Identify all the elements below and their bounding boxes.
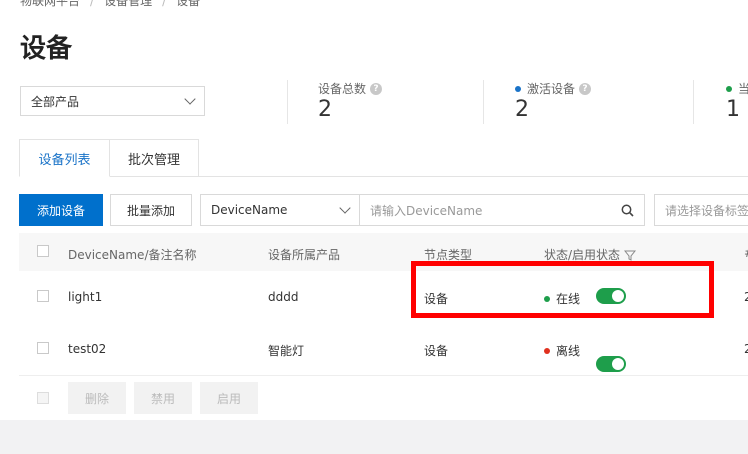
breadcrumb-item-device: 设备	[176, 0, 201, 8]
tab-device-list[interactable]: 设备列表	[19, 139, 110, 177]
device-product: 智能灯	[268, 344, 305, 358]
stat-online-label: 当	[738, 82, 748, 96]
device-status-label: 离线	[556, 344, 581, 358]
device-node-type: 设备	[424, 344, 449, 358]
help-icon[interactable]: ?	[579, 82, 592, 95]
search-input-placeholder: 请输入DeviceName	[370, 203, 483, 218]
breadcrumb-item-device-management[interactable]: 设备管理	[104, 0, 152, 8]
breadcrumb: 物联网平台 / 设备管理 / 设备	[20, 0, 200, 9]
device-product: dddd	[268, 290, 299, 304]
stat-online-value: 1	[726, 97, 740, 122]
search-field-select[interactable]: DeviceName	[200, 194, 360, 226]
stat-active: 激活设备? 2	[515, 80, 592, 122]
device-name-link[interactable]: light1	[68, 290, 102, 304]
footer-select-all-checkbox[interactable]	[37, 392, 49, 404]
delete-button[interactable]: 删除	[68, 382, 126, 414]
breadcrumb-separator: /	[90, 0, 95, 8]
stat-total: 设备总数? 2	[318, 80, 383, 122]
stat-total-value: 2	[318, 97, 332, 122]
chevron-down-icon	[339, 202, 351, 214]
stat-online: 当 1	[726, 80, 748, 122]
highlight-box	[411, 261, 714, 318]
page-footer-area	[0, 420, 748, 454]
page-title: 设备	[20, 34, 73, 64]
stat-divider	[693, 80, 694, 124]
add-device-button[interactable]: 添加设备	[19, 194, 103, 226]
column-header-more: #	[744, 246, 748, 260]
product-filter-value: 全部产品	[31, 94, 80, 109]
batch-add-button[interactable]: 批量添加	[110, 194, 192, 226]
stat-divider	[483, 80, 484, 124]
breadcrumb-item-platform[interactable]: 物联网平台	[20, 0, 80, 8]
column-header-product: 设备所属产品	[268, 248, 341, 262]
device-status: 离线	[544, 342, 580, 359]
help-icon[interactable]: ?	[370, 82, 383, 95]
enable-toggle[interactable]	[596, 356, 626, 372]
search-field-value: DeviceName	[211, 203, 288, 217]
status-dot-icon	[726, 85, 732, 92]
select-all-checkbox[interactable]	[37, 245, 49, 257]
device-extra: 2	[744, 290, 748, 304]
tag-filter-placeholder: 请选择设备标签	[665, 203, 748, 218]
stat-active-value: 2	[515, 97, 529, 122]
enable-button[interactable]: 启用	[200, 382, 258, 414]
row-checkbox[interactable]	[37, 342, 49, 354]
row-checkbox[interactable]	[37, 290, 49, 302]
search-icon[interactable]	[621, 204, 634, 217]
stat-total-label: 设备总数	[318, 82, 367, 96]
status-dot-icon	[544, 347, 550, 354]
tag-filter-select[interactable]: 请选择设备标签	[654, 194, 748, 226]
stat-active-label: 激活设备	[527, 82, 576, 96]
table-row	[19, 323, 748, 376]
filter-icon[interactable]	[624, 249, 637, 261]
breadcrumb-separator: /	[162, 0, 167, 8]
device-extra: 2	[744, 342, 748, 356]
chevron-down-icon	[184, 93, 196, 105]
disable-button[interactable]: 禁用	[134, 382, 192, 414]
status-dot-icon	[515, 85, 521, 92]
search-input[interactable]: 请输入DeviceName	[359, 194, 645, 226]
product-filter-select[interactable]: 全部产品	[20, 86, 205, 116]
device-name-link[interactable]: test02	[68, 342, 106, 356]
tab-divider	[19, 176, 748, 177]
column-header-name: DeviceName/备注名称	[68, 248, 197, 262]
tab-batch-management[interactable]: 批次管理	[109, 139, 199, 177]
stat-divider	[287, 80, 288, 124]
